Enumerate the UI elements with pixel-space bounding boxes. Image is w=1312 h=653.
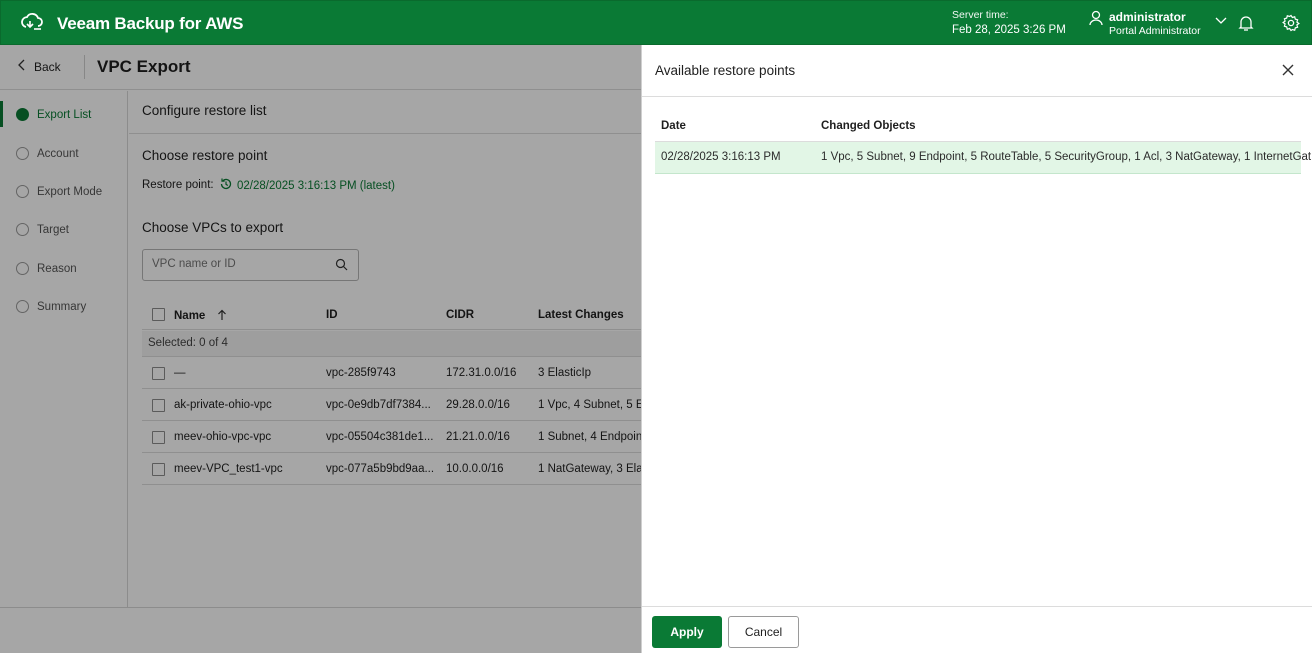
veeam-cloud-logo-icon (21, 12, 43, 35)
user-name: administrator (1109, 10, 1186, 24)
panel-title: Available restore points (655, 63, 796, 78)
app-title: Veeam Backup for AWS (57, 13, 244, 33)
modal-backdrop[interactable] (0, 45, 641, 653)
restore-point-changed-objects: 1 Vpc, 5 Subnet, 9 Endpoint, 5 RouteTabl… (821, 151, 1312, 163)
close-icon[interactable] (1281, 63, 1295, 77)
server-time: Server time: Feb 28, 2025 3:26 PM (952, 8, 1066, 38)
bell-icon[interactable] (1237, 14, 1255, 32)
table-row[interactable]: 02/28/2025 3:16:13 PM 1 Vpc, 5 Subnet, 9… (655, 142, 1312, 174)
column-header-changed-objects[interactable]: Changed Objects (821, 120, 916, 132)
user-menu[interactable]: administrator Portal Administrator (1089, 10, 1227, 38)
user-role: Portal Administrator (1109, 25, 1201, 37)
column-header-date[interactable]: Date (661, 120, 686, 132)
gear-icon[interactable] (1282, 14, 1300, 32)
app-header: Veeam Backup for AWS Server time: Feb 28… (0, 0, 1312, 45)
brand: Veeam Backup for AWS (21, 12, 243, 35)
cancel-button[interactable]: Cancel (728, 616, 799, 648)
user-icon (1089, 10, 1103, 29)
server-time-label: Server time: (952, 9, 1009, 21)
chevron-down-icon (1215, 14, 1227, 28)
panel-footer: Apply Cancel (642, 606, 1312, 653)
panel-header: Available restore points (642, 45, 1312, 97)
restore-points-panel: Available restore points Date Changed Ob… (641, 45, 1312, 653)
restore-point-date: 02/28/2025 3:16:13 PM (661, 151, 781, 163)
restore-points-table-header: Date Changed Objects (655, 111, 1301, 142)
apply-button[interactable]: Apply (652, 616, 722, 648)
server-time-value: Feb 28, 2025 3:26 PM (952, 24, 1066, 36)
